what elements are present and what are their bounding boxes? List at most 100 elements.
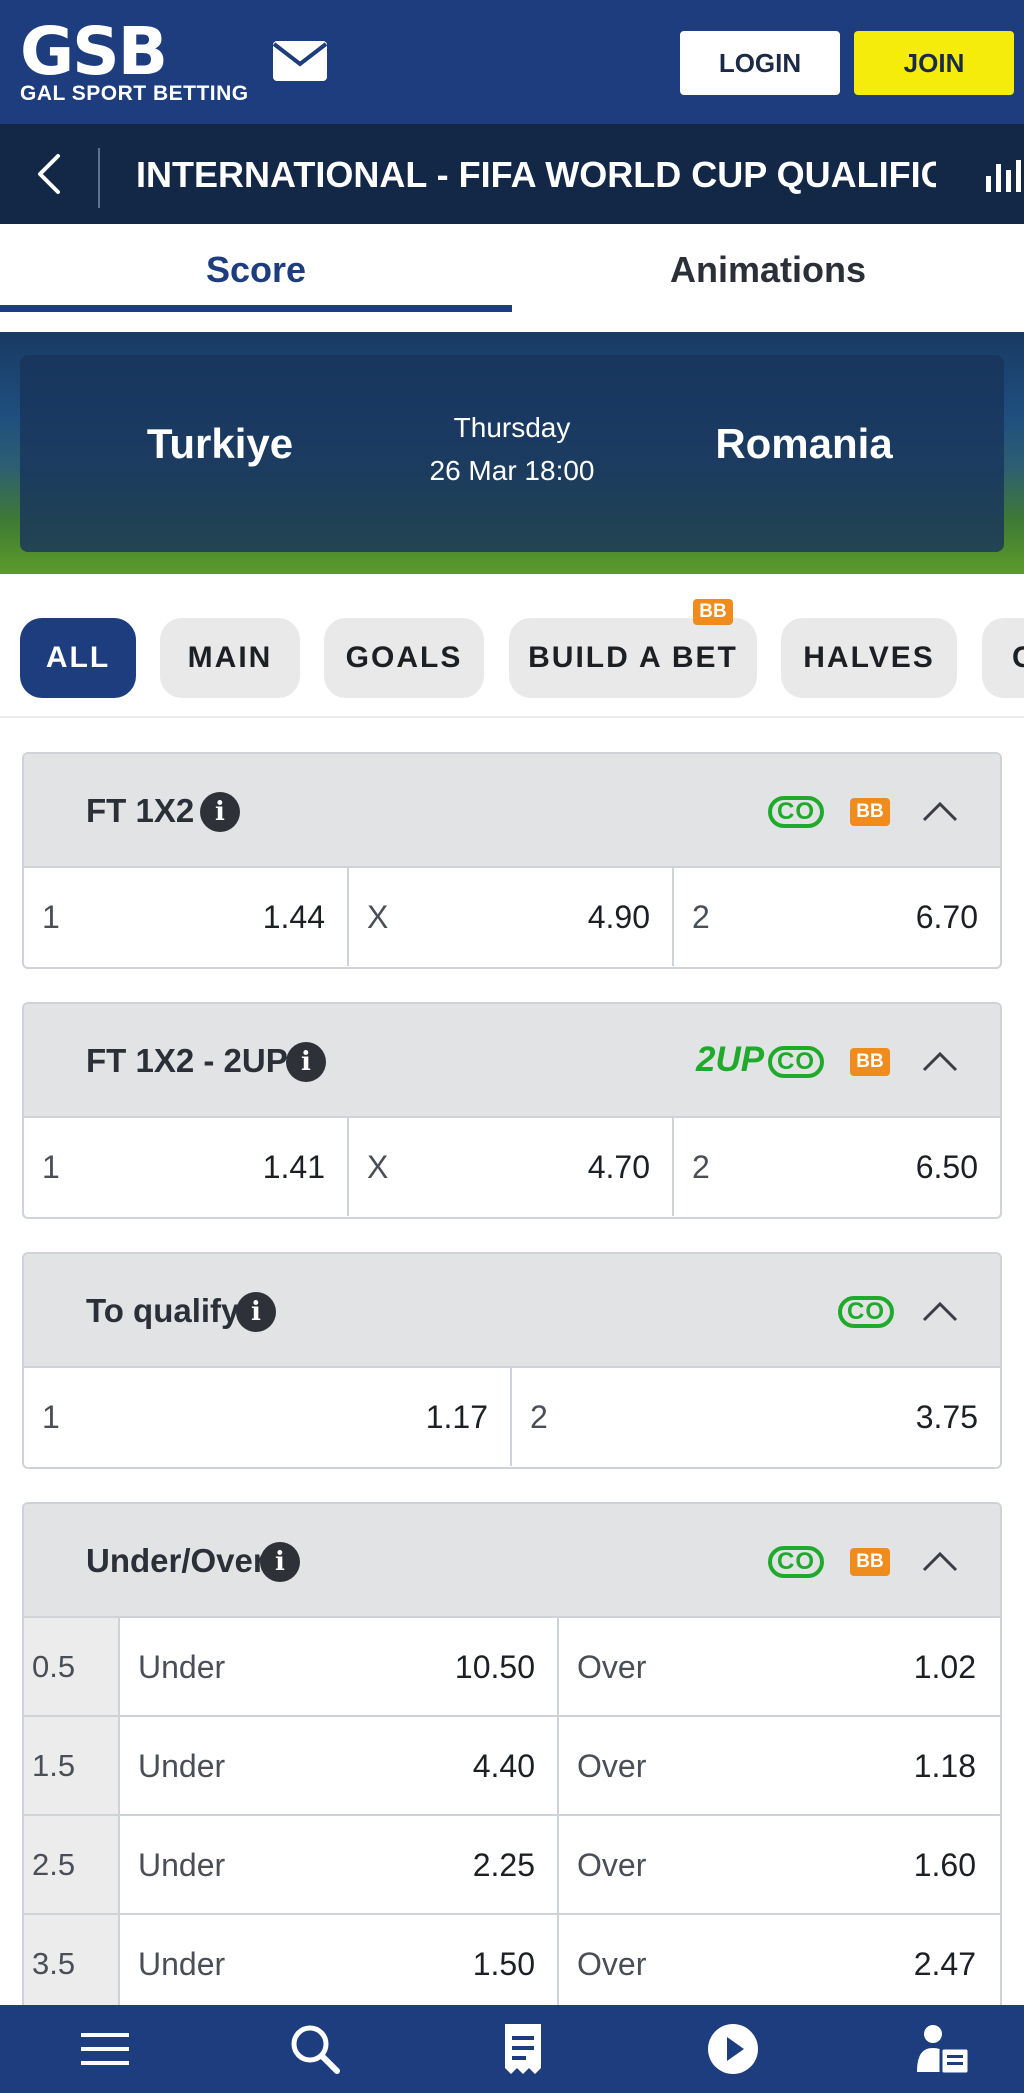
goal-line: 1.5 bbox=[24, 1717, 120, 1814]
odds-value: 1.02 bbox=[913, 1649, 976, 1685]
nav-betslip[interactable] bbox=[483, 2005, 563, 2093]
filter-goals[interactable]: GOALS bbox=[324, 618, 484, 698]
odds-label: Under bbox=[138, 1946, 226, 1982]
over-odds-button[interactable]: Over 2.47 bbox=[559, 1915, 998, 2012]
bottom-nav bbox=[0, 2005, 1024, 2093]
odds-button[interactable]: X 4.90 bbox=[349, 868, 674, 966]
market-under-over: Under/Over i CO BB 0.5 Under 10.50 Over … bbox=[22, 1502, 1002, 2062]
over-odds-button[interactable]: Over 1.60 bbox=[559, 1816, 998, 1913]
view-tabs: Score Animations bbox=[0, 224, 1024, 316]
filter-main[interactable]: MAIN bbox=[160, 618, 300, 698]
market-header[interactable]: Under/Over i CO BB bbox=[24, 1504, 1000, 1618]
market-title: FT 1X2 - 2UP bbox=[86, 1042, 288, 1079]
nav-account[interactable] bbox=[903, 2005, 983, 2093]
gsb-logo[interactable]: GSB GAL SPORT BETTING bbox=[20, 13, 250, 106]
nav-search[interactable] bbox=[275, 2005, 355, 2093]
market-ft-1x2-2up: FT 1X2 - 2UP i 2UP CO BB 1 1.41 X 4.70 2… bbox=[22, 1002, 1002, 1219]
info-icon[interactable]: i bbox=[200, 792, 240, 832]
section-divider bbox=[0, 716, 1024, 718]
market-header[interactable]: FT 1X2 i CO BB bbox=[24, 754, 1000, 868]
odds-value: 1.44 bbox=[262, 899, 325, 935]
odds-button[interactable]: 2 6.70 bbox=[674, 868, 1000, 966]
odds-value: 1.18 bbox=[913, 1748, 976, 1784]
nav-menu[interactable] bbox=[65, 2005, 145, 2093]
odds-label: Under bbox=[138, 1649, 226, 1685]
odds-value: 1.41 bbox=[262, 1149, 325, 1185]
goal-line: 2.5 bbox=[24, 1816, 120, 1913]
under-odds-button[interactable]: Under 2.25 bbox=[120, 1816, 559, 1913]
event-title: INTERNATIONAL - FIFA WORLD CUP QUALIFICA… bbox=[136, 154, 936, 195]
top-header: GSB GAL SPORT BETTING LOGIN JOIN bbox=[0, 0, 1024, 124]
under-odds-button[interactable]: Under 1.50 bbox=[120, 1915, 559, 2012]
match-datetime: 26 Mar 18:00 bbox=[429, 455, 595, 486]
join-button[interactable]: JOIN bbox=[854, 31, 1014, 95]
market-header[interactable]: FT 1X2 - 2UP i 2UP CO BB bbox=[24, 1004, 1000, 1118]
home-team: Turkiye bbox=[146, 420, 294, 467]
info-icon[interactable]: i bbox=[236, 1292, 276, 1332]
menu-icon bbox=[81, 2033, 129, 2065]
filter-more[interactable]: C bbox=[982, 618, 1024, 698]
market-to-qualify: To qualify i CO 1 1.17 2 3.75 bbox=[22, 1252, 1002, 1469]
market-filter-chips: ALL MAIN GOALS BUILD A BET HALVES C bbox=[0, 618, 1024, 698]
odds-button[interactable]: 2 3.75 bbox=[512, 1368, 1000, 1466]
odds-label: 2 bbox=[692, 899, 710, 935]
chevron-up-icon[interactable] bbox=[920, 1542, 960, 1582]
odds-label: 1 bbox=[42, 1149, 60, 1185]
table-row: 2.5 Under 2.25 Over 1.60 bbox=[24, 1816, 1000, 1915]
odds-value: 6.50 bbox=[915, 1149, 978, 1185]
odds-label: 2 bbox=[692, 1149, 710, 1185]
odds-value: 4.40 bbox=[472, 1748, 535, 1784]
logo-main-text: GSB bbox=[20, 13, 168, 90]
chevron-up-icon[interactable] bbox=[920, 792, 960, 832]
odds-label: Over bbox=[577, 1649, 647, 1685]
tab-score[interactable]: Score bbox=[0, 224, 512, 316]
back-arrow-icon[interactable] bbox=[28, 150, 76, 198]
odds-row: 1 1.41 X 4.70 2 6.50 bbox=[24, 1118, 1000, 1216]
away-team: Romania bbox=[715, 420, 893, 467]
odds-value: 10.50 bbox=[454, 1649, 535, 1685]
over-odds-button[interactable]: Over 1.18 bbox=[559, 1717, 998, 1814]
info-icon[interactable]: i bbox=[260, 1542, 300, 1582]
odds-value: 6.70 bbox=[915, 899, 978, 935]
odds-value: 1.60 bbox=[913, 1847, 976, 1883]
odds-label: 1 bbox=[42, 1399, 60, 1435]
odds-button[interactable]: 1 1.41 bbox=[24, 1118, 349, 1216]
odds-button[interactable]: X 4.70 bbox=[349, 1118, 674, 1216]
login-button[interactable]: LOGIN bbox=[680, 31, 840, 95]
nav-live[interactable] bbox=[693, 2005, 773, 2093]
filter-all[interactable]: ALL bbox=[20, 618, 136, 698]
market-header[interactable]: To qualify i CO bbox=[24, 1254, 1000, 1368]
event-bar-divider bbox=[98, 148, 100, 208]
chevron-up-icon[interactable] bbox=[920, 1292, 960, 1332]
active-tab-indicator bbox=[0, 305, 512, 312]
odds-button[interactable]: 1 1.17 bbox=[24, 1368, 512, 1466]
odds-row: 1 1.44 X 4.90 2 6.70 bbox=[24, 868, 1000, 966]
chevron-up-icon[interactable] bbox=[920, 1042, 960, 1082]
info-icon[interactable]: i bbox=[286, 1042, 326, 1082]
odds-value: 1.17 bbox=[425, 1399, 488, 1435]
under-odds-button[interactable]: Under 10.50 bbox=[120, 1618, 559, 1715]
stats-icon[interactable] bbox=[984, 150, 1024, 200]
odds-button[interactable]: 2 6.50 bbox=[674, 1118, 1000, 1216]
goal-line: 0.5 bbox=[24, 1618, 120, 1715]
cashout-badge: CO bbox=[768, 1046, 824, 1078]
2up-badge: 2UP bbox=[696, 1040, 765, 1079]
filter-build-a-bet[interactable]: BUILD A BET bbox=[509, 618, 757, 698]
filter-halves[interactable]: HALVES bbox=[781, 618, 957, 698]
play-icon bbox=[708, 2024, 758, 2074]
odds-label: X bbox=[367, 899, 389, 935]
tab-animations[interactable]: Animations bbox=[512, 224, 1024, 316]
odds-value: 3.75 bbox=[915, 1399, 978, 1435]
search-icon bbox=[291, 2025, 340, 2074]
market-title: FT 1X2 bbox=[86, 792, 195, 829]
odds-value: 1.50 bbox=[472, 1946, 535, 1982]
over-odds-button[interactable]: Over 1.02 bbox=[559, 1618, 998, 1715]
odds-label: Over bbox=[577, 1748, 647, 1784]
account-icon bbox=[917, 2025, 971, 2076]
odds-button[interactable]: 1 1.44 bbox=[24, 868, 349, 966]
odds-label: Over bbox=[577, 1847, 647, 1883]
under-odds-button[interactable]: Under 4.40 bbox=[120, 1717, 559, 1814]
mail-icon[interactable] bbox=[272, 40, 328, 82]
market-ft-1x2: FT 1X2 i CO BB 1 1.44 X 4.90 2 6.70 bbox=[22, 752, 1002, 969]
betslip-icon bbox=[505, 2024, 541, 2074]
